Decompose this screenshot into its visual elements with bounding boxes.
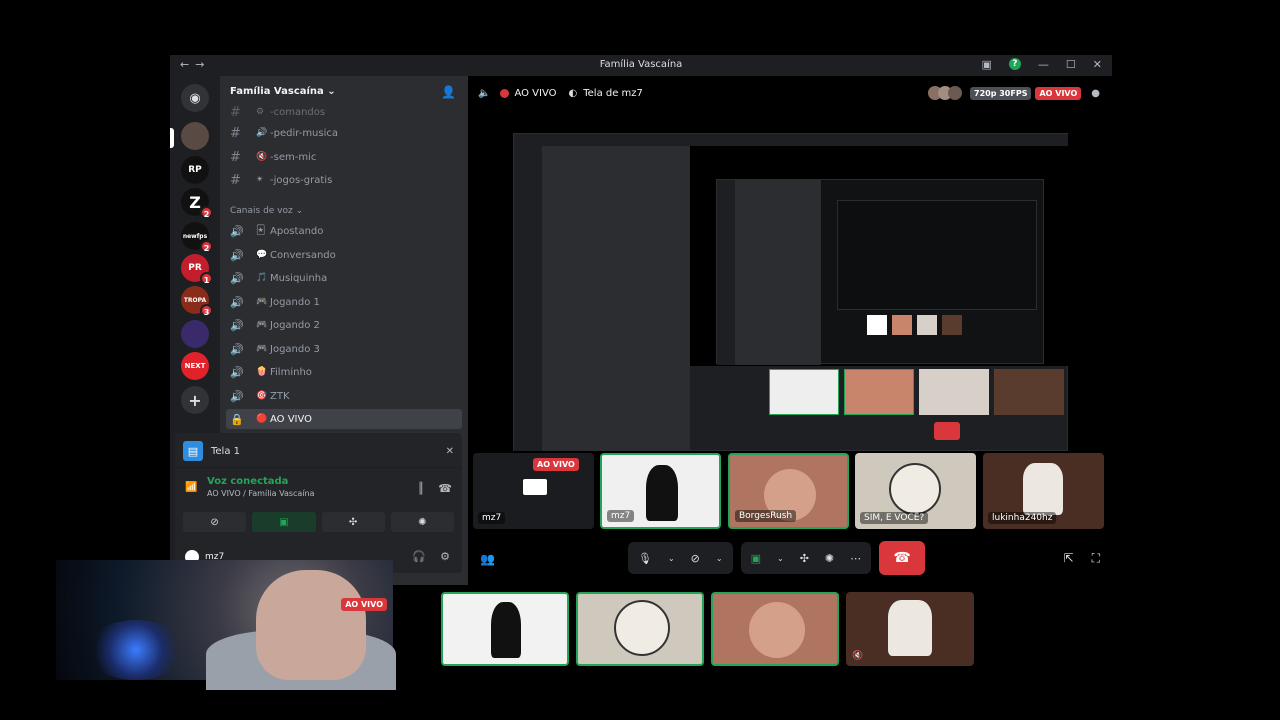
server-tropa[interactable]: TROPA 3 bbox=[181, 286, 213, 317]
maximize-button[interactable]: ☐ bbox=[1066, 58, 1076, 71]
signal-icon: 📶 bbox=[185, 482, 198, 493]
chat-icon[interactable]: ● bbox=[1091, 88, 1100, 99]
camera-toggle[interactable]: ⊘ bbox=[183, 512, 247, 532]
mic-toggle[interactable]: 🎙 ⌄ ⊘ ⌄ bbox=[628, 542, 733, 574]
voice-filminho[interactable]: 🔊 🍿 Filminho bbox=[230, 362, 460, 382]
overlay-tile-lukinha: 🔇 bbox=[846, 592, 974, 666]
headset-icon[interactable]: 🎧 bbox=[412, 550, 426, 563]
participant-name: lukinha240hz bbox=[988, 512, 1057, 524]
viewer-avatars[interactable] bbox=[928, 86, 963, 100]
channel-comandos[interactable]: # ⚙ -comandos bbox=[230, 102, 460, 122]
soundboard-button[interactable]: ✺ bbox=[390, 512, 454, 532]
participant-tile-stream[interactable]: AO VIVO mz7 bbox=[473, 453, 594, 529]
share-controls[interactable]: ▣ ⌄ ✣ ✺ ⋯ bbox=[740, 542, 872, 574]
disconnect-button[interactable]: ☎ bbox=[879, 541, 926, 575]
participant-tile-lukinha[interactable]: lukinha240hz bbox=[983, 453, 1104, 529]
voice-jogando-3[interactable]: 🔊 🎮 Jogando 3 bbox=[230, 339, 460, 359]
stop-share-icon[interactable]: ✕ bbox=[446, 446, 454, 457]
disconnect-icon[interactable]: ☎ bbox=[438, 482, 452, 495]
live-dot-icon bbox=[500, 88, 510, 98]
title-bar: ←→ Família Vascaína ▣ ? — ☐ ✕ bbox=[170, 55, 1112, 76]
window-title: Família Vascaína bbox=[599, 59, 683, 70]
server-next[interactable]: NEXT bbox=[181, 352, 209, 380]
server-purple[interactable] bbox=[181, 320, 209, 348]
add-server-icon[interactable]: + bbox=[181, 386, 209, 414]
live-label: AO VIVO bbox=[514, 87, 557, 99]
server-rp[interactable]: RP bbox=[181, 156, 209, 184]
close-button[interactable]: ✕ bbox=[1093, 58, 1102, 71]
stream-view: 🔈 AO VIVO ◐ Tela de mz7 720p 30FPS AO VI… bbox=[468, 76, 1112, 585]
muted-icon: 🔇 bbox=[852, 651, 864, 661]
overlay-tile-mz7 bbox=[441, 592, 569, 666]
noise-icon[interactable]: ║ bbox=[418, 482, 425, 495]
participant-tile-borgesrush[interactable]: BorgesRush bbox=[728, 453, 849, 529]
screen-share-feed bbox=[513, 133, 1068, 451]
speaker-icon: 🔈 bbox=[478, 87, 491, 99]
screen-icon: ▤ bbox=[183, 441, 203, 461]
server-pr[interactable]: PR 1 bbox=[181, 254, 213, 285]
participant-tile-sim[interactable]: SIM, E VOCÊ? bbox=[855, 453, 976, 529]
participant-name: mz7 bbox=[607, 510, 635, 522]
voice-category[interactable]: Canais de voz ⌄ bbox=[230, 206, 303, 216]
channel-sem-mic[interactable]: # 🔇 -sem-mic bbox=[230, 147, 460, 167]
add-member-icon[interactable]: 👤 bbox=[441, 85, 456, 99]
fullscreen-icon[interactable]: ⛶ bbox=[1092, 551, 1100, 566]
channel-pedir-musica[interactable]: # 🔊 -pedir-musica bbox=[230, 123, 460, 143]
inbox-icon[interactable]: ▣ bbox=[982, 58, 992, 71]
screen-title: Tela de mz7 bbox=[583, 87, 643, 99]
overlay-tile-borges bbox=[711, 592, 839, 666]
server-newfps[interactable]: newfps 2 bbox=[181, 222, 213, 253]
server-name[interactable]: Família Vascaína ⌄ bbox=[230, 86, 336, 97]
recursive-screen-inner bbox=[716, 179, 1044, 365]
webcam-overlay: AO VIVO bbox=[56, 560, 396, 690]
voice-connection: 📶 Voz conectada AO VIVO / Família Vascaí… bbox=[185, 476, 452, 498]
server-z[interactable]: Z2 bbox=[181, 188, 213, 219]
participant-name: SIM, E VOCÊ? bbox=[860, 512, 929, 524]
discord-home-icon[interactable]: ◉ bbox=[181, 84, 209, 112]
call-controls: 🎙 ⌄ ⊘ ⌄ ▣ ⌄ ✣ ✺ ⋯ ☎ bbox=[628, 541, 926, 575]
voice-actions: ⊘ ▣ ✣ ✺ bbox=[175, 508, 462, 536]
participant-name: mz7 bbox=[478, 512, 506, 524]
recursive-screen bbox=[513, 133, 1068, 451]
voice-ao-vivo[interactable]: 🔒 🔴 AO VIVO bbox=[226, 409, 462, 429]
invite-icon[interactable]: 👥 bbox=[480, 552, 495, 566]
overlay-tile-sim bbox=[576, 592, 704, 666]
quality-badge: 720p 30FPS bbox=[970, 86, 1032, 100]
activities-button[interactable]: ✣ bbox=[321, 512, 385, 532]
view-tools: ⇱ ⛶ bbox=[1064, 551, 1100, 566]
voice-musiquinha[interactable]: 🔊 🎵 Musiquinha bbox=[230, 268, 460, 288]
voice-jogando-1[interactable]: 🔊 🎮 Jogando 1 bbox=[230, 292, 460, 312]
live-badge: AO VIVO bbox=[1035, 86, 1082, 100]
screen-icon: ◐ bbox=[568, 87, 578, 99]
webcam-live-badge: AO VIVO bbox=[341, 598, 387, 611]
settings-icon[interactable]: ⚙ bbox=[440, 550, 450, 563]
server-avatar[interactable] bbox=[181, 122, 209, 150]
share-screen-button[interactable]: ▣ bbox=[252, 512, 316, 532]
voice-conversando[interactable]: 🔊 💬 Conversando bbox=[230, 245, 460, 265]
stream-header: 🔈 AO VIVO ◐ Tela de mz7 720p 30FPS AO VI… bbox=[468, 76, 1112, 110]
channel-jogos-gratis[interactable]: # ✴ -jogos-gratis bbox=[230, 170, 460, 190]
voice-user-panel: ▤ Tela 1 ✕ 📶 Voz conectada AO VIVO / Fam… bbox=[175, 433, 462, 573]
help-icon[interactable]: ? bbox=[1008, 58, 1021, 70]
screen-share-status: ▤ Tela 1 ✕ bbox=[175, 433, 462, 468]
participant-name: BorgesRush bbox=[735, 510, 797, 522]
minimize-button[interactable]: — bbox=[1038, 58, 1049, 71]
voice-jogando-2[interactable]: 🔊 🎮 Jogando 2 bbox=[230, 315, 460, 335]
participant-tile-mz7[interactable]: mz7 bbox=[600, 453, 721, 529]
voice-ztk[interactable]: 🔊 🎯 ZTK bbox=[230, 386, 460, 406]
voice-apostando[interactable]: 🔊 🃏 Apostando bbox=[230, 221, 460, 241]
popout-icon[interactable]: ⇱ bbox=[1064, 551, 1074, 566]
